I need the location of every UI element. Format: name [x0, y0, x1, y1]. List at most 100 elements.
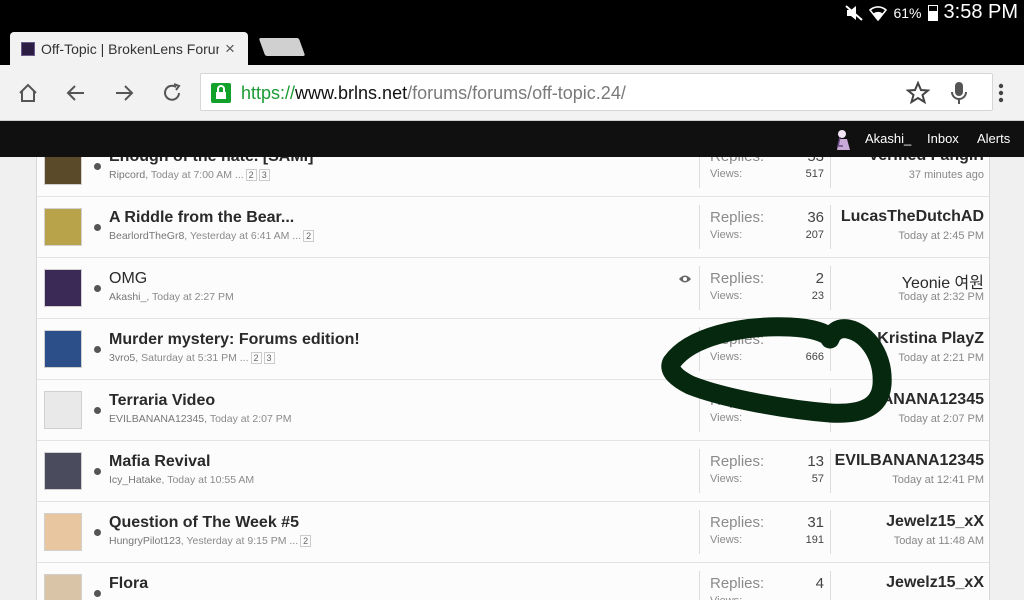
last-poster[interactable]: Yeonie 여원: [902, 269, 984, 293]
thread-title[interactable]: A Riddle from the Bear...: [109, 209, 294, 227]
thread-title[interactable]: Flora: [109, 575, 148, 593]
tab-active[interactable]: Off-Topic | BrokenLens Forum ×: [10, 32, 248, 65]
thread-row[interactable]: Flora Replies: 4 Views: Jewelz15_xX: [37, 563, 989, 600]
pagination-ellipsis: ...: [289, 535, 299, 547]
last-poster[interactable]: LucasTheDutchAD: [841, 208, 984, 226]
thread-start-date[interactable]: Today at 10:55 AM: [167, 474, 254, 486]
pagination-ellipsis: ...: [292, 230, 302, 242]
address-bar[interactable]: https://www.brlns.net/forums/forums/off-…: [200, 73, 993, 111]
page-content: Enough of the hate. [SAMI] Ripcord, Toda…: [0, 157, 1024, 600]
replies-count: 4: [815, 575, 824, 592]
thread-stats: Replies: Views: 666: [699, 327, 831, 371]
views-count: 191: [805, 534, 824, 546]
last-post-time[interactable]: Today at 2:07 PM: [898, 413, 984, 425]
thread-avatar[interactable]: [44, 208, 82, 246]
last-poster[interactable]: EVILBANANA12345: [835, 452, 984, 470]
last-poster[interactable]: Verified Fangirl: [868, 157, 984, 165]
star-icon[interactable]: [906, 81, 930, 105]
views-label: Views:: [710, 290, 743, 302]
thread-title[interactable]: Terraria Video: [109, 392, 215, 410]
replies-count: 53: [807, 157, 824, 165]
last-post-time[interactable]: Today at 11:48 AM: [894, 535, 984, 547]
last-post-time[interactable]: Today at 12:41 PM: [892, 474, 984, 486]
replies-label: Replies:: [710, 270, 765, 287]
thread-start-date[interactable]: Saturday at 5:31 PM: [141, 352, 237, 364]
thread-row[interactable]: Mafia Revival Icy_Hatake, Today at 10:55…: [37, 441, 989, 502]
avatar[interactable]: [834, 128, 852, 150]
thread-avatar[interactable]: [44, 391, 82, 429]
wifi-icon: [869, 5, 888, 21]
thread-row[interactable]: Question of The Week #5 HungryPilot123, …: [37, 502, 989, 563]
replies-label: Replies:: [710, 514, 765, 531]
last-post-time[interactable]: Today at 2:32 PM: [898, 291, 984, 303]
url-path: /forums/forums/off-topic.24/: [407, 83, 626, 103]
thread-title[interactable]: Mafia Revival: [109, 453, 210, 471]
thread-start-date[interactable]: Today at 2:27 PM: [152, 291, 234, 303]
thread-row[interactable]: OMG Akashi_, Today at 2:27 PM Replies: 2…: [37, 258, 989, 319]
page-link[interactable]: 2: [245, 169, 257, 181]
browser-toolbar: https://www.brlns.net/forums/forums/off-…: [0, 65, 1024, 121]
battery-percent: 61%: [893, 4, 922, 21]
thread-avatar[interactable]: [44, 269, 82, 307]
last-poster[interactable]: Jewelz15_xX: [886, 574, 984, 592]
thread-start-date[interactable]: Yesterday at 9:15 PM: [186, 535, 286, 547]
thread-start-date[interactable]: Today at 2:07 PM: [210, 413, 292, 425]
thread-author[interactable]: Ripcord: [109, 169, 145, 181]
unread-dot-icon: [94, 224, 101, 231]
last-post-time[interactable]: Today at 2:21 PM: [898, 352, 984, 364]
favicon-icon: [21, 41, 35, 56]
alerts-link[interactable]: Alerts: [977, 131, 1010, 146]
last-poster[interactable]: Jewelz15_xX: [886, 513, 984, 531]
microphone-icon[interactable]: [949, 81, 969, 105]
thread-author[interactable]: Akashi_: [109, 291, 146, 303]
page-link[interactable]: 3: [258, 169, 270, 181]
thread-avatar[interactable]: [44, 574, 82, 600]
thread-title[interactable]: Murder mystery: Forums edition!: [109, 331, 360, 349]
unread-dot-icon: [94, 529, 101, 536]
thread-row[interactable]: Terraria Video EVILBANANA12345, Today at…: [37, 380, 989, 441]
page-link[interactable]: 2: [303, 230, 315, 242]
thread-title[interactable]: Enough of the hate. [SAMI]: [109, 157, 313, 166]
thread-stats: Replies: 2 Views: 23: [699, 266, 831, 310]
forward-button[interactable]: [110, 79, 138, 107]
thread-meta: EVILBANANA12345, Today at 2:07 PM: [109, 413, 292, 425]
thread-start-date[interactable]: Today at 7:00 AM: [151, 169, 232, 181]
thread-row[interactable]: Enough of the hate. [SAMI] Ripcord, Toda…: [37, 157, 989, 197]
page-link[interactable]: 2: [250, 352, 262, 364]
thread-title[interactable]: OMG: [109, 270, 147, 288]
thread-author[interactable]: EVILBANANA12345: [109, 413, 204, 425]
thread-title[interactable]: Question of The Week #5: [109, 514, 299, 532]
views-label: Views:: [710, 412, 743, 424]
thread-avatar[interactable]: [44, 452, 82, 490]
reload-button[interactable]: [158, 79, 186, 107]
back-button[interactable]: [62, 79, 90, 107]
tab-close-button[interactable]: ×: [225, 39, 235, 59]
last-post-time[interactable]: Today at 2:45 PM: [898, 230, 984, 242]
thread-avatar[interactable]: [44, 157, 82, 185]
url-text[interactable]: https://www.brlns.net/forums/forums/off-…: [241, 83, 626, 104]
home-button[interactable]: [14, 79, 42, 107]
thread-author[interactable]: Icy_Hatake: [109, 474, 162, 486]
last-poster[interactable]: BANANA12345: [870, 391, 984, 409]
menu-button[interactable]: [987, 79, 1015, 107]
thread-row[interactable]: Murder mystery: Forums edition! 3vro5, S…: [37, 319, 989, 380]
pagination-ellipsis: ...: [239, 352, 249, 364]
page-link[interactable]: 2: [300, 535, 312, 547]
new-tab-button[interactable]: [258, 38, 306, 56]
tab-title: Off-Topic | BrokenLens Forum: [41, 40, 219, 57]
views-count: 517: [805, 168, 824, 180]
thread-stats: Replies: 53 Views: 517: [699, 157, 831, 188]
thread-stats: Replies: 36 Views: 207: [699, 205, 831, 249]
inbox-link[interactable]: Inbox: [927, 131, 959, 146]
last-poster[interactable]: Kristina PlayZ: [877, 330, 984, 348]
thread-avatar[interactable]: [44, 513, 82, 551]
page-link[interactable]: 3: [263, 352, 275, 364]
last-post-time[interactable]: 37 minutes ago: [909, 169, 984, 181]
thread-row[interactable]: A Riddle from the Bear... BearlordTheGr8…: [37, 197, 989, 258]
thread-author[interactable]: HungryPilot123: [109, 535, 181, 547]
thread-start-date[interactable]: Yesterday at 6:41 AM: [190, 230, 289, 242]
thread-author[interactable]: 3vro5: [109, 352, 135, 364]
thread-avatar[interactable]: [44, 330, 82, 368]
username-link[interactable]: Akashi_: [865, 131, 911, 146]
thread-author[interactable]: BearlordTheGr8: [109, 230, 184, 242]
